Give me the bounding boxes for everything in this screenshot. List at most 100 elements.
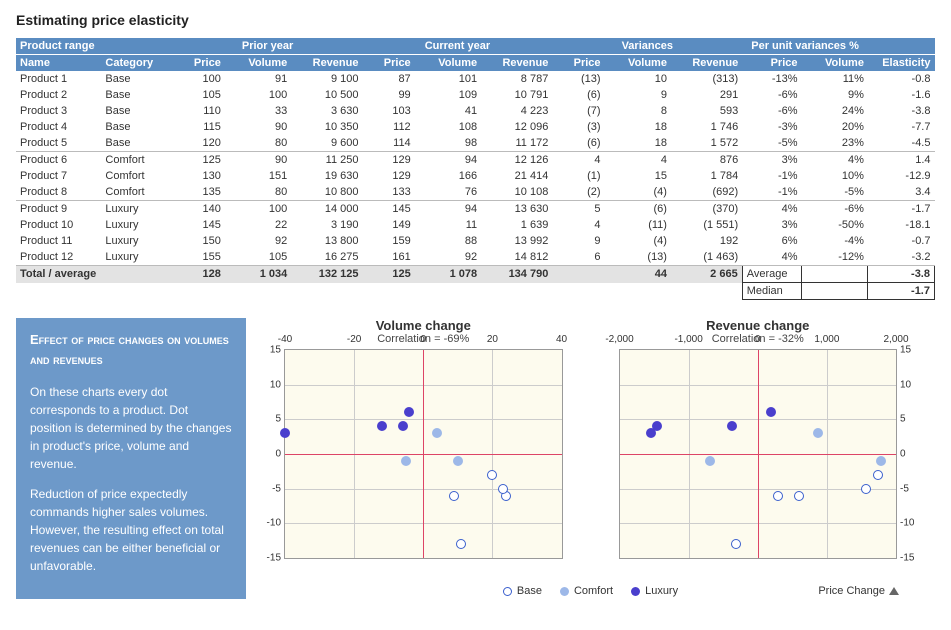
col-e: Elasticity — [868, 55, 935, 72]
cell: 115 — [173, 119, 225, 135]
cell: 110 — [173, 103, 225, 119]
elasticity-table: Product range Prior year Current year Va… — [16, 38, 935, 300]
cell: Luxury — [101, 217, 172, 233]
cell: 10 108 — [481, 184, 552, 201]
cell: 99 — [362, 87, 414, 103]
table-row: Product 4Base1159010 35011210812 096(3)1… — [16, 119, 935, 135]
cell: 11% — [802, 71, 868, 87]
page-title: Estimating price elasticity — [16, 12, 935, 28]
cell: -3% — [742, 119, 801, 135]
cell: 3.4 — [868, 184, 935, 201]
cell: 8 787 — [481, 71, 552, 87]
cell: 92 — [225, 233, 291, 249]
cell: Base — [101, 87, 172, 103]
legend-luxury-label: Luxury — [645, 585, 678, 597]
col-pp: Price — [742, 55, 801, 72]
cell: (1) — [552, 168, 604, 184]
cell: 87 — [362, 71, 414, 87]
cell: Base — [101, 103, 172, 119]
cell: 114 — [362, 135, 414, 152]
cell: Product 3 — [16, 103, 101, 119]
cell: (692) — [671, 184, 742, 201]
cell: 133 — [362, 184, 414, 201]
cell: Product 2 — [16, 87, 101, 103]
cell: 10 350 — [291, 119, 362, 135]
cell: 76 — [415, 184, 481, 201]
cell: 13 992 — [481, 233, 552, 249]
cell: (6) — [552, 87, 604, 103]
cell: 593 — [671, 103, 742, 119]
cell: 101 — [415, 71, 481, 87]
cell: -1.6 — [868, 87, 935, 103]
cell: 120 — [173, 135, 225, 152]
col-v0: Volume — [225, 55, 291, 72]
cell: -6% — [742, 103, 801, 119]
cell: 4% — [742, 201, 801, 218]
cell: 91 — [225, 71, 291, 87]
cell: -4.5 — [868, 135, 935, 152]
cell: 145 — [362, 201, 414, 218]
data-point — [401, 456, 411, 466]
table-row: Product 3Base110333 630103414 223(7)8593… — [16, 103, 935, 119]
cell: -12% — [802, 249, 868, 266]
panel-title: Effect of price changes on volumes and r… — [30, 330, 232, 369]
cell: 6% — [742, 233, 801, 249]
data-point — [794, 491, 804, 501]
cell: 105 — [173, 87, 225, 103]
cell: 23% — [802, 135, 868, 152]
triangle-up-icon — [889, 587, 899, 595]
table-row: Product 2Base10510010 5009910910 791(6)9… — [16, 87, 935, 103]
cell: -13% — [742, 71, 801, 87]
cell: -1.7 — [868, 201, 935, 218]
cell: 33 — [225, 103, 291, 119]
col-p1: Price — [362, 55, 414, 72]
price-change-text: Price Change — [818, 585, 885, 597]
legend-comfort-label: Comfort — [574, 585, 613, 597]
cell: 94 — [415, 152, 481, 169]
cell: 100 — [225, 201, 291, 218]
cell: -3.8 — [868, 103, 935, 119]
cell: 9 600 — [291, 135, 362, 152]
hdr-prior: Prior year — [173, 38, 363, 55]
cell: 12 126 — [481, 152, 552, 169]
data-point — [813, 428, 823, 438]
data-point — [861, 484, 871, 494]
cell: 20% — [802, 119, 868, 135]
dot-icon — [503, 587, 512, 596]
cell: -12.9 — [868, 168, 935, 184]
col-category: Category — [101, 55, 172, 72]
cell: 130 — [173, 168, 225, 184]
revenue-chart: Revenue change Correlation = -32% -2,000… — [591, 318, 926, 575]
cell: 9 — [605, 87, 671, 103]
volume-title: Volume change — [256, 318, 591, 333]
hdr-current: Current year — [362, 38, 552, 55]
cell: 159 — [362, 233, 414, 249]
revenue-title: Revenue change — [591, 318, 926, 333]
cell: 10% — [802, 168, 868, 184]
cell: 13 800 — [291, 233, 362, 249]
cell: Luxury — [101, 233, 172, 249]
cell: 21 414 — [481, 168, 552, 184]
data-point — [456, 539, 466, 549]
cell: (370) — [671, 201, 742, 218]
data-point — [432, 428, 442, 438]
cell: (6) — [605, 201, 671, 218]
cell: 135 — [173, 184, 225, 201]
cell: -5% — [802, 184, 868, 201]
info-panel: Effect of price changes on volumes and r… — [16, 318, 246, 599]
data-point — [487, 470, 497, 480]
cell: 10 500 — [291, 87, 362, 103]
cell: 80 — [225, 135, 291, 152]
data-point — [876, 456, 886, 466]
col-r1: Revenue — [481, 55, 552, 72]
table-row: Product 1Base100919 100871018 787(13)10(… — [16, 71, 935, 87]
cell: -0.8 — [868, 71, 935, 87]
data-point — [652, 421, 662, 431]
volume-chart: Volume change Correlation = -69% -40-200… — [256, 318, 591, 575]
data-point — [873, 470, 883, 480]
hdr-blank — [868, 38, 935, 55]
cell: 100 — [225, 87, 291, 103]
cell: Base — [101, 135, 172, 152]
dot-icon — [560, 587, 569, 596]
cell: Product 12 — [16, 249, 101, 266]
